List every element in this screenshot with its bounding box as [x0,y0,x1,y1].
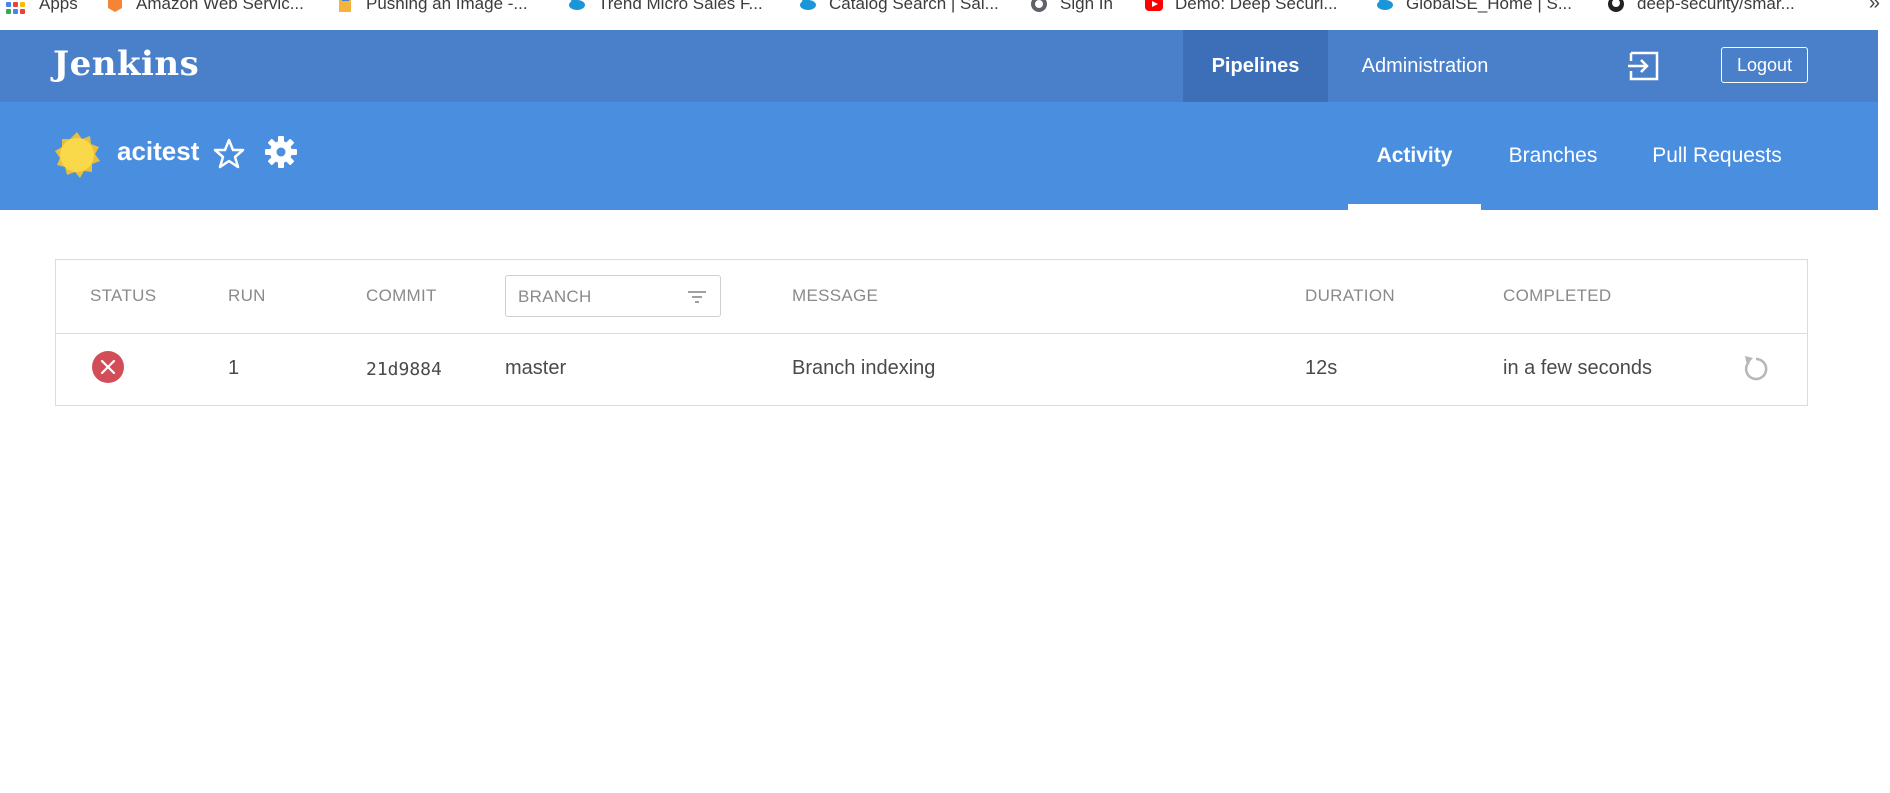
table-header: STATUS RUN COMMIT BRANCH MESSAGE DURATIO… [56,260,1807,334]
bookmark-label: GlobalSE_Home | S... [1406,0,1572,13]
cell-duration: 12s [1305,357,1338,379]
tab-branches[interactable]: Branches [1491,102,1615,210]
filter-icon [688,291,706,303]
tab-activity[interactable]: Activity [1348,102,1481,210]
aws-icon [108,0,122,12]
doc-icon [339,0,351,12]
nav-administration[interactable]: Administration [1328,30,1522,102]
cell-run[interactable]: 1 [228,357,239,380]
nav-pipelines[interactable]: Pipelines [1183,30,1328,102]
tab-pull-requests[interactable]: Pull Requests [1642,102,1792,210]
bookmark-trend-micro[interactable]: Trend Micro Sales F... [568,0,763,14]
bookmark-demo-deep-security[interactable]: Demo: Deep Securi... [1145,0,1338,14]
github-icon [1608,0,1624,12]
branch-filter-placeholder: BRANCH [518,287,592,306]
exit-to-classic-icon[interactable] [1627,50,1661,82]
favorite-star-icon[interactable] [213,138,245,170]
bookmark-label: Apps [39,0,78,13]
bookmark-pushing-image[interactable]: Pushing an Image -... [336,0,528,14]
branch-filter-input[interactable]: BRANCH [505,275,721,317]
bookmark-label: Sign In [1060,0,1113,13]
bookmark-catalog-search[interactable]: Catalog Search | Sal... [799,0,999,14]
bookmark-label: Amazon Web Servic... [136,0,304,13]
bookmark-apps[interactable]: Apps [6,0,78,14]
bookmark-label: Trend Micro Sales F... [598,0,763,13]
bookmark-deep-security-smart[interactable]: deep-security/smar... [1607,0,1795,14]
jenkins-logo[interactable]: Jenkins [53,44,199,84]
cell-completed: in a few seconds [1503,357,1652,379]
bookmark-label: deep-security/smar... [1637,0,1795,13]
header-status: STATUS [90,286,157,305]
logout-button[interactable]: Logout [1721,47,1808,83]
header-message: MESSAGE [792,286,879,305]
bookmark-aws[interactable]: Amazon Web Servic... [106,0,304,14]
header-run: RUN [228,286,266,305]
table-row[interactable]: 1 21d9884 master Branch indexing 12s in … [56,333,1807,406]
replay-icon[interactable] [1740,353,1772,385]
cloud-icon [569,0,585,10]
header-duration: DURATION [1305,286,1395,305]
apps-grid-icon [6,0,25,14]
cell-commit[interactable]: 21d9884 [366,359,442,380]
scrollbar-track[interactable] [1878,30,1890,793]
failed-status-icon [92,351,124,383]
cloud-icon [800,0,816,10]
top-header: Jenkins Pipelines Administration Logout [0,30,1878,102]
cloud-icon [1377,0,1393,10]
bookmark-label: Catalog Search | Sal... [829,0,999,13]
bookmarks-bar: Apps Amazon Web Servic... Pushing an Ima… [0,0,1890,30]
header-completed: COMPLETED [1503,286,1612,305]
cell-branch[interactable]: master [505,357,566,380]
pipeline-header: acitest Activity Branches Pull Requests [0,102,1878,210]
bookmarks-overflow-icon[interactable]: » [1869,0,1880,15]
bookmark-sign-in[interactable]: Sign In [1030,0,1113,14]
bookmark-globalse-home[interactable]: GlobalSE_Home | S... [1376,0,1572,14]
header-commit: COMMIT [366,286,437,305]
youtube-icon [1145,0,1163,11]
bookmark-label: Demo: Deep Securi... [1175,0,1338,13]
activity-table: STATUS RUN COMMIT BRANCH MESSAGE DURATIO… [55,259,1808,406]
globe-icon [1031,0,1047,12]
settings-gear-icon[interactable] [264,135,298,169]
bookmark-label: Pushing an Image -... [366,0,528,13]
sunny-weather-icon [55,132,100,178]
pipeline-name[interactable]: acitest [117,136,199,167]
cell-message[interactable]: Branch indexing [792,357,935,380]
